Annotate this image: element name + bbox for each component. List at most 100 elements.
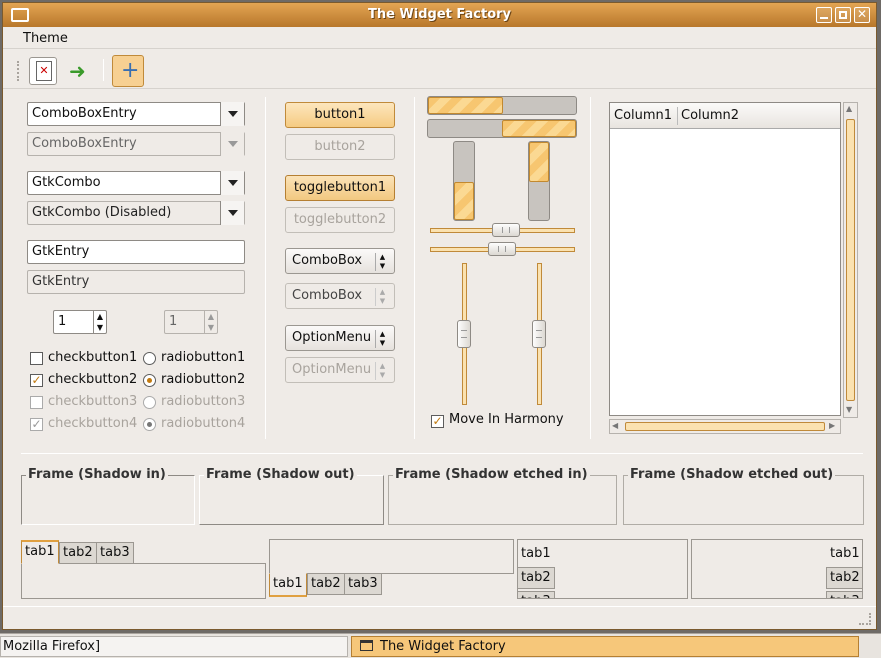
horizontal-scrollbar[interactable]: ◀ ▶: [609, 419, 841, 434]
column1-header[interactable]: Column1: [614, 108, 672, 123]
title-bar[interactable]: The Widget Factory ✕: [3, 3, 876, 27]
move-in-harmony-checkbox[interactable]: ✓: [431, 415, 444, 428]
menu-theme[interactable]: Theme: [23, 31, 68, 46]
taskbar: Mozilla Firefox] The Widget Factory: [0, 633, 881, 658]
spin-button-2-value: 1: [169, 314, 178, 329]
slider-grip-icon: [498, 246, 506, 252]
frame-shadow-out: Frame (Shadow out): [199, 467, 384, 525]
notebook-top-panel: [21, 563, 266, 599]
tree-view[interactable]: Column1 Column2: [609, 102, 841, 416]
notebook-bottom-tab2[interactable]: tab2: [307, 573, 345, 595]
checkbutton2-box[interactable]: ✓: [30, 374, 43, 387]
togglebutton1[interactable]: togglebutton1: [285, 175, 395, 201]
frame-shadow-out-title: Frame (Shadow out): [204, 467, 357, 482]
maximize-button[interactable]: [835, 7, 851, 23]
radiobutton1-label[interactable]: radiobutton1: [161, 350, 245, 365]
comboboxentry-1[interactable]: ComboBoxEntry: [27, 102, 245, 126]
gtkcombo-1-dropdown[interactable]: [220, 171, 244, 195]
radiobutton4-label: radiobutton4: [161, 416, 246, 431]
hscale-1-slider[interactable]: [492, 223, 520, 237]
notebook-bottom-tab1[interactable]: tab1: [269, 573, 307, 597]
progress-bar-v1: [453, 141, 475, 221]
spin-button-1-arrows-icon[interactable]: ▲ ▼: [93, 311, 106, 333]
close-button[interactable]: ✕: [854, 7, 870, 23]
frame-shadow-etched-in: Frame (Shadow etched in): [388, 467, 617, 525]
frame-shadow-etched-in-title: Frame (Shadow etched in): [393, 467, 590, 482]
scroll-left-icon[interactable]: ◀: [612, 421, 618, 430]
notebook-left-panel: tab1 tab2 tab3: [517, 539, 688, 599]
close-document-button[interactable]: ✕: [29, 57, 57, 85]
optionmenu-1-text: OptionMenu: [292, 330, 372, 345]
maximize-icon: [839, 11, 847, 19]
button2: button2: [285, 134, 395, 160]
horizontal-scroll-thumb[interactable]: [625, 422, 825, 431]
notebook-top-tab1[interactable]: tab1: [21, 540, 59, 564]
minimize-button[interactable]: [816, 7, 832, 23]
vertical-scrollbar[interactable]: ▲ ▼: [843, 102, 858, 418]
radiobutton1-circle[interactable]: [143, 352, 156, 365]
checkbutton1-label[interactable]: checkbutton1: [48, 350, 137, 365]
main-window: The Widget Factory ✕ Theme ✕ ➜ + ComboBo…: [2, 2, 877, 630]
column2-header[interactable]: Column2: [681, 108, 739, 123]
button1[interactable]: button1: [285, 102, 395, 128]
notebook-top-tab2[interactable]: tab2: [59, 542, 97, 564]
checkbutton2-label[interactable]: checkbutton2: [48, 372, 137, 387]
taskbar-item-widget-factory[interactable]: The Widget Factory: [351, 636, 859, 657]
scroll-up-icon[interactable]: ▲: [846, 104, 852, 113]
frame-shadow-in-title: Frame (Shadow in): [26, 467, 168, 482]
scroll-right-icon[interactable]: ▶: [829, 421, 835, 430]
gtkcombo-2-dropdown: [220, 201, 244, 225]
vscale-1-slider[interactable]: [457, 320, 471, 348]
comboboxentry-2-dropdown: [220, 132, 244, 156]
toolbar: ✕ ➜ +: [3, 51, 876, 89]
combobox-1-arrows-icon: ▲ ▼: [375, 253, 389, 271]
notebook-right-tab3[interactable]: tab3: [826, 591, 862, 598]
notebook-right-tab1[interactable]: tab1: [826, 543, 862, 565]
checkbutton4-box: ✓: [30, 417, 43, 431]
notebook-left-tab1[interactable]: tab1: [518, 543, 555, 565]
combobox-1-text: ComboBox: [292, 253, 363, 268]
vertical-scroll-thumb[interactable]: [846, 119, 855, 401]
column-separator-3: [590, 97, 591, 439]
notebook-right-tab2[interactable]: tab2: [826, 567, 862, 589]
slider-grip-icon: [536, 330, 542, 338]
resize-grip-icon[interactable]: [859, 613, 871, 625]
hscale-2-slider[interactable]: [488, 242, 516, 256]
tree-header: Column1 Column2: [610, 103, 840, 129]
spin-button-2-arrows-icon: ▲ ▼: [204, 311, 217, 333]
slider-grip-icon: [461, 330, 467, 338]
frame-shadow-etched-out-title: Frame (Shadow etched out): [628, 467, 836, 482]
checkbutton1-box[interactable]: [30, 352, 43, 365]
notebook-left-tab2[interactable]: tab2: [518, 567, 555, 589]
gtkcombo-1[interactable]: GtkCombo: [27, 171, 245, 195]
comboboxentry-2-text: ComboBoxEntry: [32, 136, 137, 151]
taskbar-item-firefox[interactable]: Mozilla Firefox]: [0, 636, 348, 657]
add-button[interactable]: +: [112, 55, 144, 87]
notebook-top-tab3[interactable]: tab3: [96, 542, 134, 564]
vscale-2-slider[interactable]: [532, 320, 546, 348]
add-icon: +: [121, 58, 140, 83]
gtkentry-1-text: GtkEntry: [32, 244, 90, 259]
jump-to-button[interactable]: ➜: [65, 57, 93, 85]
menu-bar: Theme: [3, 27, 876, 49]
taskbar-item-firefox-label: Mozilla Firefox]: [3, 639, 101, 654]
close-icon: ✕: [856, 7, 868, 21]
row-separator: [21, 453, 863, 454]
comboboxentry-1-dropdown[interactable]: [220, 102, 244, 126]
progress-bar-h1-fill: [428, 97, 503, 114]
radiobutton2-label[interactable]: radiobutton2: [161, 372, 245, 387]
comboboxentry-1-text: ComboBoxEntry: [32, 106, 137, 121]
checkbutton4-label: checkbutton4: [48, 416, 138, 431]
radiobutton2-circle[interactable]: [143, 374, 156, 387]
scroll-down-icon[interactable]: ▼: [846, 405, 852, 414]
radiobutton3-label: radiobutton3: [161, 394, 246, 409]
notebook-left-tab3[interactable]: tab3: [518, 591, 555, 598]
notebook-bottom-tab3[interactable]: tab3: [344, 573, 382, 595]
notebook-right-panel: tab1 tab2 tab3: [691, 539, 863, 599]
gtkentry-1[interactable]: GtkEntry: [27, 240, 245, 264]
header-divider: [677, 107, 678, 125]
gtkcombo-2-text: GtkCombo (Disabled): [32, 205, 172, 220]
progress-bar-v2: [528, 141, 550, 221]
move-in-harmony-label[interactable]: Move In Harmony: [449, 412, 564, 427]
gtkcombo-2: GtkCombo (Disabled): [27, 201, 245, 225]
